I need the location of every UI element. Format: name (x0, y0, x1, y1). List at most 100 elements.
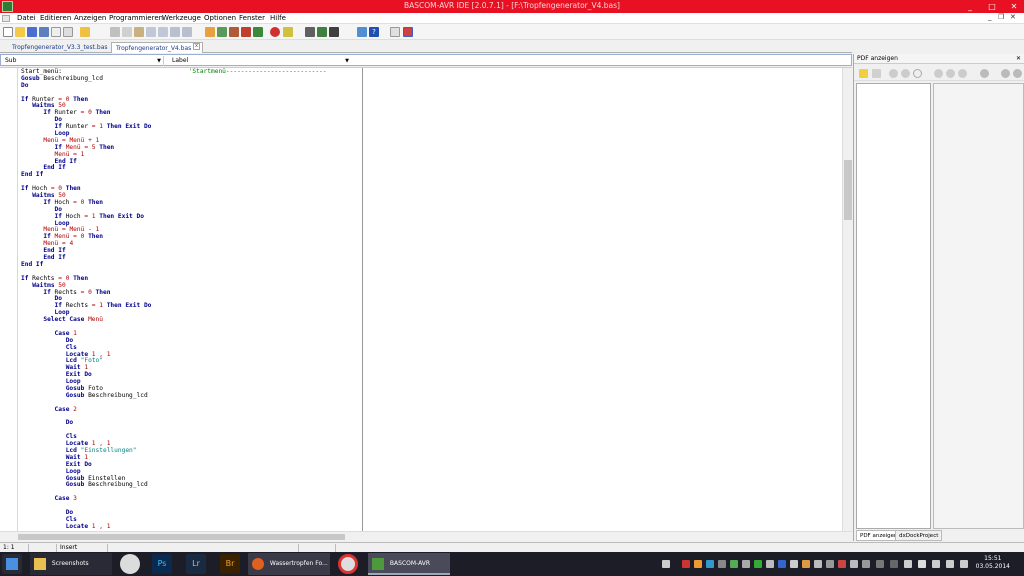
search-icon[interactable] (1013, 69, 1022, 78)
lcd-designer-icon[interactable] (305, 27, 315, 37)
code-line[interactable]: Menü = 4 (21, 240, 327, 248)
pdf-viewer-pane[interactable] (933, 83, 1024, 529)
code-line[interactable]: Gosub Beschreibung_lcd (21, 481, 327, 489)
simulator-icon[interactable] (241, 27, 251, 37)
tray-app-icon[interactable] (850, 560, 858, 568)
menu-programmieren[interactable]: Programmieren (109, 14, 163, 22)
code-line[interactable]: End If (21, 261, 327, 269)
print-icon[interactable] (872, 69, 881, 78)
code-line[interactable]: Locate 1 , 1 (21, 523, 327, 531)
paste-icon[interactable] (134, 27, 144, 37)
tab-close-icon[interactable]: x (193, 43, 200, 50)
taskbar-screenshots[interactable]: Screenshots (30, 553, 112, 575)
code-text[interactable]: Start_menü: 'Startmenü------------------… (21, 68, 327, 531)
tray-app-icon[interactable] (802, 560, 810, 568)
tray-app-icon[interactable] (718, 560, 726, 568)
doc-restore-button[interactable]: ❐ (998, 13, 1004, 21)
taskbar-firefox[interactable]: Wassertropfen Fo... (248, 553, 330, 575)
code-line[interactable]: End If (21, 247, 327, 255)
tray-app-icon[interactable] (876, 560, 884, 568)
web-icon[interactable] (357, 27, 367, 37)
run-icon[interactable] (283, 27, 293, 37)
media-player-icon[interactable] (120, 554, 140, 574)
save-icon[interactable] (27, 27, 37, 37)
label-selector[interactable]: Label ▼ (169, 56, 351, 66)
open-pdf-icon[interactable] (859, 69, 868, 78)
bluetooth-icon[interactable] (778, 560, 786, 568)
scrollbar-thumb[interactable] (844, 160, 852, 220)
start-icon[interactable] (2, 554, 22, 574)
syntax-check-icon[interactable] (217, 27, 227, 37)
code-line[interactable]: If Runter = 0 Then (21, 96, 327, 104)
clock[interactable]: 15:51 03.05.2014 (976, 555, 1010, 571)
document-icon[interactable] (2, 15, 10, 22)
find-icon[interactable] (182, 27, 192, 37)
code-line[interactable]: Do (21, 419, 327, 427)
save-all-icon[interactable] (39, 27, 49, 37)
vertical-scrollbar[interactable] (842, 68, 852, 532)
lightroom-icon[interactable]: Lr (186, 554, 206, 574)
new-file-icon[interactable] (3, 27, 13, 37)
taskbar-bascom[interactable]: BASCOM-AVR (368, 553, 450, 575)
maximize-button[interactable]: □ (982, 0, 1002, 13)
tab-tropfengenerator-v33[interactable]: Tropfengenerator_V3.3_test.bas (8, 42, 108, 53)
open-folder-icon[interactable] (15, 27, 25, 37)
help-icon[interactable]: ? (369, 27, 379, 37)
code-line[interactable]: Gosub Beschreibung_lcd (21, 75, 327, 83)
sub-selector[interactable]: Sub ▼ (2, 56, 164, 66)
code-line[interactable]: Case 3 (21, 495, 327, 503)
zoom-out-icon[interactable] (1001, 69, 1010, 78)
tray-app-icon[interactable] (862, 560, 870, 568)
doc-close-button[interactable]: ✕ (1010, 13, 1016, 21)
photoshop-icon[interactable]: Ps (152, 554, 172, 574)
volume-icon[interactable] (960, 560, 968, 568)
code-line[interactable]: If Runter = 0 Then (21, 109, 327, 117)
indent-icon[interactable] (170, 27, 180, 37)
scrollbar-thumb[interactable] (18, 534, 345, 540)
keyboard-icon[interactable] (662, 560, 670, 568)
print-preview-icon[interactable] (51, 27, 61, 37)
zoom-fit-icon[interactable] (958, 69, 967, 78)
tray-app-icon[interactable] (826, 560, 834, 568)
minimize-button[interactable]: _ (960, 0, 980, 13)
network-icon[interactable] (946, 560, 954, 568)
tray-app-icon[interactable] (706, 560, 714, 568)
copy-icon[interactable] (122, 27, 132, 37)
close-button[interactable]: ✕ (1004, 0, 1024, 13)
terminal-icon[interactable] (253, 27, 263, 37)
code-line[interactable]: If Hoch = 0 Then (21, 185, 327, 193)
code-line[interactable]: Select Case Menü (21, 316, 327, 324)
show-hidden-icon[interactable] (904, 560, 912, 568)
cut-icon[interactable] (110, 27, 120, 37)
zoom-in-icon[interactable] (980, 69, 989, 78)
code-editor[interactable]: Start_menü: 'Startmenü------------------… (0, 67, 852, 532)
code-line[interactable]: End If (21, 165, 327, 172)
tray-app-icon[interactable] (694, 560, 702, 568)
tray-app-icon[interactable] (730, 560, 738, 568)
tray-app-icon[interactable] (754, 560, 762, 568)
bridge-icon[interactable]: Br (220, 554, 240, 574)
tray-app-icon[interactable] (790, 560, 798, 568)
tab-tropfengenerator-v4[interactable]: Tropfengenerator_V4.bas (111, 42, 203, 53)
compile-icon[interactable] (205, 27, 215, 37)
pin-layout-icon[interactable] (329, 27, 339, 37)
menu-optionen[interactable]: Optionen (204, 14, 236, 22)
code-line[interactable]: Case 2 (21, 406, 327, 414)
previous-page-icon[interactable] (901, 69, 910, 78)
code-line[interactable]: If Hoch = 0 Then (21, 199, 327, 207)
next-page-icon[interactable] (934, 69, 943, 78)
first-page-icon[interactable] (889, 69, 898, 78)
panel-close-icon[interactable]: ✕ (1016, 55, 1021, 62)
menu-fenster[interactable]: Fenster (239, 14, 265, 22)
chrome-icon[interactable] (338, 554, 358, 574)
flag-icon[interactable] (918, 560, 926, 568)
pdf-thumbnail-pane[interactable] (856, 83, 931, 529)
open-recent-icon[interactable] (80, 27, 90, 37)
page-number-field[interactable] (913, 69, 922, 78)
tray-app-icon[interactable] (742, 560, 750, 568)
code-line[interactable]: If Rechts = 0 Then (21, 289, 327, 297)
menu-anzeigen[interactable]: Anzeigen (74, 14, 106, 22)
code-line[interactable]: End If (21, 158, 327, 166)
program-chip-icon[interactable] (229, 27, 239, 37)
doc-minimize-button[interactable]: _ (988, 13, 992, 21)
